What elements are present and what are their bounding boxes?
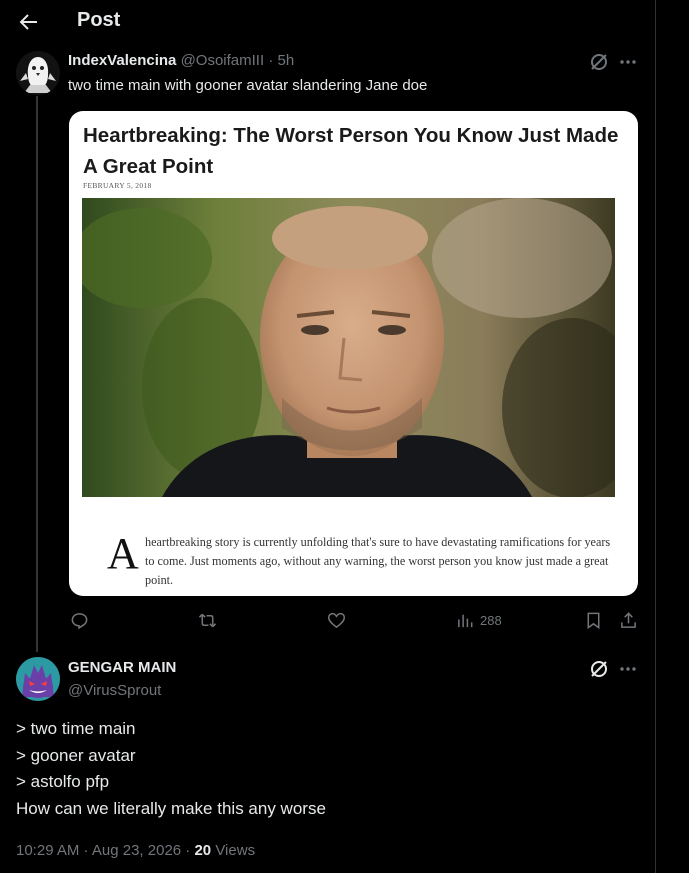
- post-meta: 10:29 AM · Aug 23, 2026 · 20 Views: [16, 842, 255, 859]
- tweet-text: two time main with gooner avatar slander…: [68, 77, 428, 94]
- share-button[interactable]: [619, 609, 638, 631]
- column-divider: [655, 0, 656, 873]
- thread-line: [36, 96, 38, 652]
- views-label: Views: [211, 842, 256, 859]
- reply-line: > astolfo pfp: [16, 772, 110, 791]
- display-name[interactable]: GENGAR MAIN: [68, 659, 176, 676]
- display-name[interactable]: IndexValencina: [68, 52, 176, 69]
- heart-icon: [327, 612, 346, 628]
- reply-button[interactable]: [70, 609, 89, 631]
- grok-icon[interactable]: [589, 659, 609, 679]
- avatar[interactable]: [16, 51, 60, 95]
- more-icon[interactable]: [617, 52, 639, 72]
- bookmark-icon: [587, 612, 600, 629]
- reply-text: > two time main > gooner avatar > astolf…: [16, 716, 326, 822]
- views-button[interactable]: 288: [456, 609, 502, 631]
- like-button[interactable]: [327, 609, 346, 631]
- reply-line: How can we literally make this any worse: [16, 798, 326, 818]
- meta-separator: ·: [181, 842, 195, 859]
- views-count: 20: [194, 842, 212, 859]
- article-photo: [82, 198, 615, 497]
- header: Post: [0, 0, 655, 44]
- more-icon[interactable]: [617, 659, 639, 679]
- article-card[interactable]: Heartbreaking: The Worst Person You Know…: [69, 111, 638, 596]
- drop-cap: A: [107, 529, 139, 578]
- grok-icon[interactable]: [589, 52, 609, 72]
- card-body-text: heartbreaking story is currently unfoldi…: [145, 535, 611, 587]
- reply-line: > two time main: [16, 719, 136, 738]
- handle[interactable]: @VirusSprout: [68, 682, 161, 699]
- card-date: FEBRUARY 5, 2018: [83, 181, 152, 190]
- reply-icon: [71, 612, 88, 629]
- share-icon: [621, 611, 636, 628]
- post-time[interactable]: · 5h: [268, 52, 294, 69]
- retweet-button[interactable]: [198, 609, 217, 631]
- card-headline: Heartbreaking: The Worst Person You Know…: [83, 124, 619, 178]
- bookmark-button[interactable]: [584, 609, 603, 631]
- reply-line: > gooner avatar: [16, 745, 136, 765]
- page-title: Post: [77, 9, 121, 31]
- views-icon: [458, 614, 473, 627]
- avatar[interactable]: [16, 657, 60, 701]
- handle[interactable]: @OsoifamIII: [181, 52, 265, 69]
- views-count: 288: [480, 612, 502, 628]
- timestamp[interactable]: 10:29 AM · Aug 23, 2026: [16, 842, 181, 859]
- retweet-icon: [198, 613, 217, 627]
- arrow-left-icon[interactable]: [16, 10, 40, 34]
- author-row: IndexValencina @OsoifamIII · 5h: [68, 52, 294, 69]
